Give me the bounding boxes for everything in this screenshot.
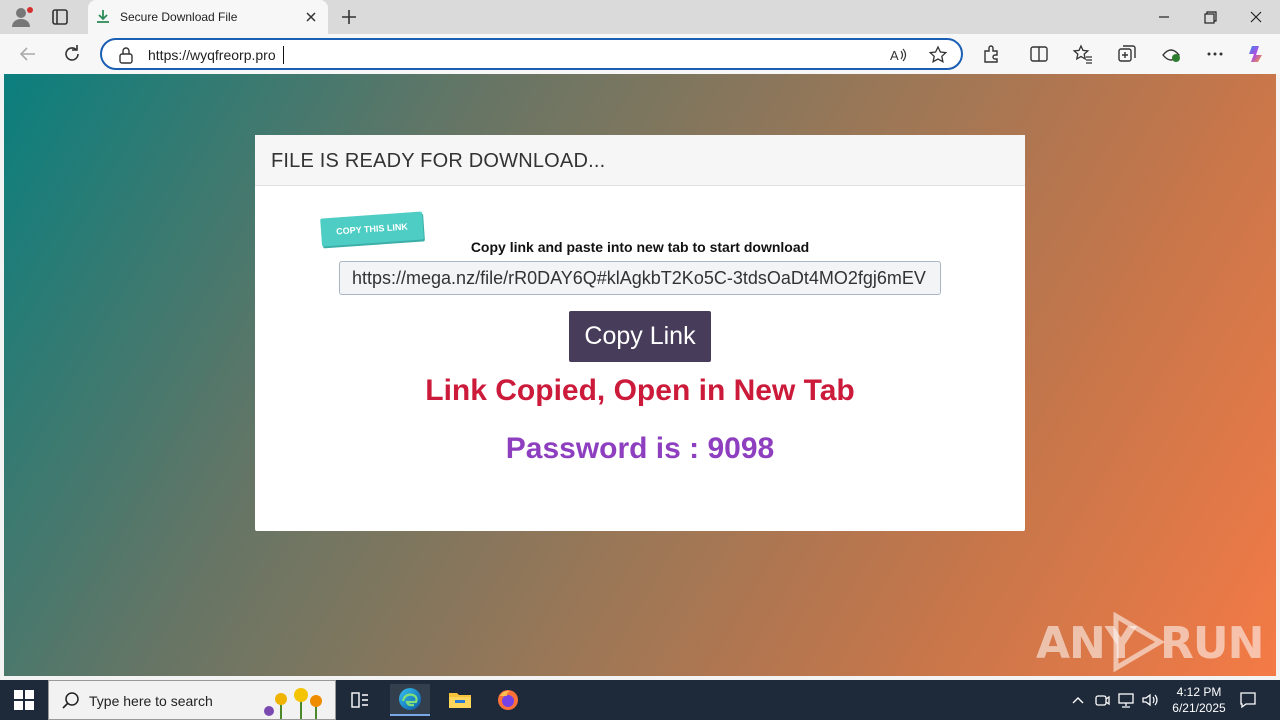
refresh-icon[interactable]	[60, 42, 84, 66]
tab-title: Secure Download File	[120, 10, 238, 24]
active-tab[interactable]: Secure Download File	[88, 0, 328, 34]
taskbar-clock[interactable]: 4:12 PM 6/21/2025	[1160, 684, 1238, 716]
edge-taskbar-button[interactable]	[390, 684, 430, 716]
meet-now-icon[interactable]	[1092, 690, 1112, 710]
search-placeholder: Type here to search	[89, 693, 213, 709]
extensions-icon[interactable]	[980, 43, 1002, 65]
search-icon	[62, 692, 79, 709]
tab-strip: Secure Download File	[0, 0, 1280, 34]
download-link-field[interactable]	[339, 261, 941, 295]
firefox-icon	[498, 690, 518, 710]
start-button[interactable]	[0, 680, 48, 720]
address-bar[interactable]: A	[100, 38, 963, 70]
password-text: Password is : 9098	[505, 432, 775, 465]
favorite-star-icon[interactable]	[928, 45, 948, 65]
task-view-icon	[351, 692, 368, 708]
clock-date: 6/21/2025	[1172, 701, 1226, 715]
flowers-decoration-icon	[264, 688, 322, 719]
watermark-right-text: RUN	[1160, 618, 1264, 669]
tab-actions-icon[interactable]	[48, 6, 72, 28]
volume-icon[interactable]	[1140, 690, 1160, 710]
taskbar-search[interactable]: Type here to search	[48, 680, 336, 720]
more-icon[interactable]	[1204, 43, 1226, 65]
card-header: FILE IS READY FOR DOWNLOAD...	[255, 135, 1025, 186]
task-view-button[interactable]	[340, 684, 380, 716]
browser-essentials-icon[interactable]	[1160, 43, 1182, 65]
clock-time: 4:12 PM	[1176, 685, 1222, 699]
collections-icon[interactable]	[1116, 43, 1138, 65]
split-screen-icon[interactable]	[1028, 43, 1050, 65]
restore-icon[interactable]	[1198, 6, 1222, 28]
instruction-text: Copy link and paste into new tab to star…	[470, 239, 810, 255]
lock-icon[interactable]	[118, 46, 134, 64]
close-icon[interactable]	[302, 8, 320, 26]
read-aloud-icon[interactable]: A	[888, 45, 908, 65]
download-card: FILE IS READY FOR DOWNLOAD... COPY THIS …	[255, 135, 1025, 531]
browser-toolbar: A	[0, 34, 1280, 74]
windows-taskbar: Type here to search 4:12 PM 6/21/2025	[0, 680, 1280, 720]
close-icon[interactable]	[1244, 6, 1268, 28]
back-icon[interactable]	[16, 42, 40, 66]
svg-text:A: A	[890, 48, 899, 63]
file-explorer-button[interactable]	[440, 684, 480, 716]
profile-icon[interactable]	[10, 6, 34, 28]
plus-icon[interactable]	[338, 6, 360, 28]
text-caret	[283, 46, 284, 64]
page-viewport: FILE IS READY FOR DOWNLOAD... COPY THIS …	[4, 74, 1276, 676]
chevron-up-icon[interactable]	[1068, 690, 1088, 710]
card-title: FILE IS READY FOR DOWNLOAD...	[271, 150, 606, 172]
anyrun-watermark: ANY RUN	[1036, 612, 1264, 672]
network-icon[interactable]	[1116, 690, 1136, 710]
favorites-icon[interactable]	[1072, 43, 1094, 65]
copilot-icon[interactable]	[1246, 43, 1268, 65]
notification-icon[interactable]	[1238, 690, 1258, 710]
windows-start-icon	[14, 690, 34, 710]
play-logo-icon	[1113, 612, 1165, 672]
firefox-button[interactable]	[488, 684, 528, 716]
edge-icon	[399, 688, 421, 710]
download-icon	[97, 10, 109, 23]
link-copied-message: Link Copied, Open in New Tab	[425, 374, 855, 407]
url-input[interactable]	[148, 45, 828, 65]
minimize-icon[interactable]	[1152, 6, 1176, 28]
file-explorer-icon	[449, 693, 471, 708]
copy-link-button[interactable]: Copy Link	[569, 311, 711, 362]
